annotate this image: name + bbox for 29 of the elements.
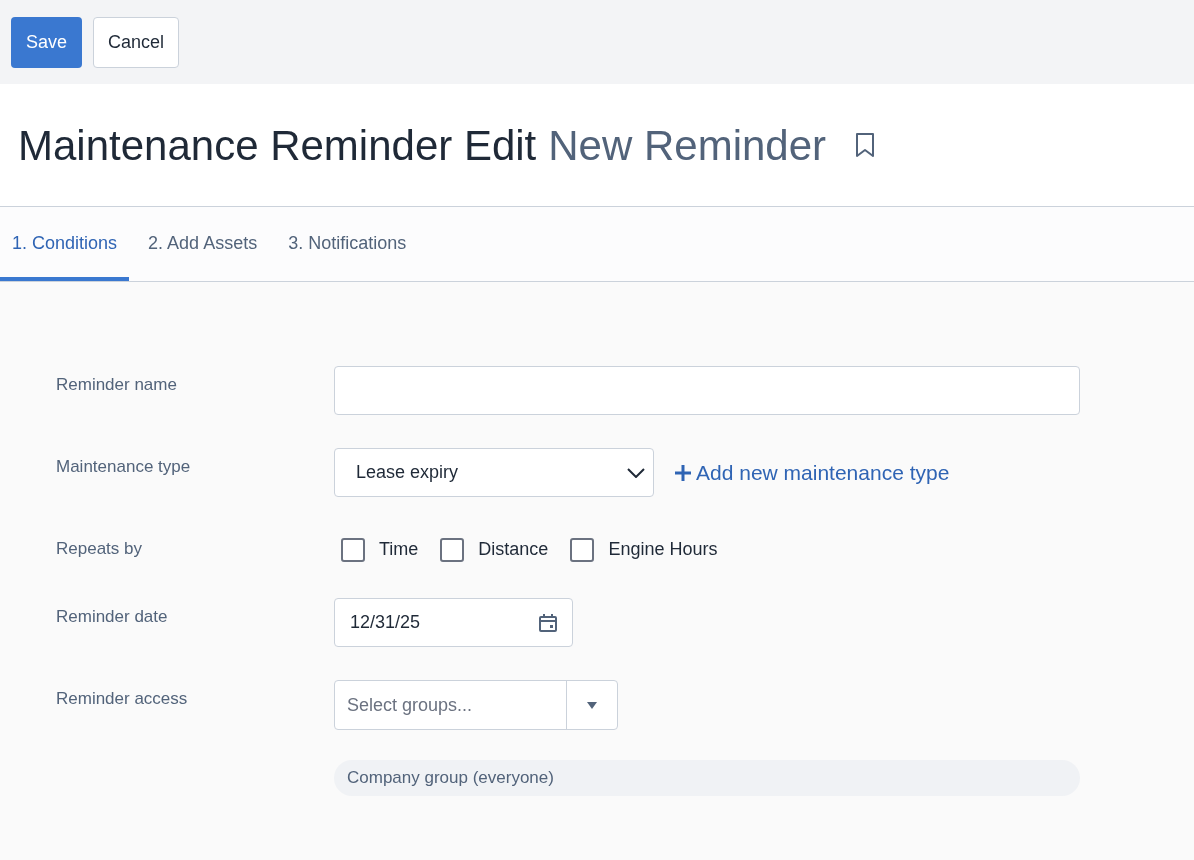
checkbox-label: Distance xyxy=(478,538,549,561)
cancel-button[interactable]: Cancel xyxy=(93,16,180,68)
checkbox-label: Engine Hours xyxy=(608,538,718,561)
plus-icon xyxy=(674,463,692,482)
page-subtitle: New Reminder xyxy=(548,120,827,171)
field-label: Repeats by xyxy=(55,538,143,560)
checkbox-label: Time xyxy=(379,538,419,561)
caret-icon[interactable] xyxy=(587,701,597,709)
field-label: Reminder date xyxy=(55,606,169,628)
tab[interactable]: 1. Conditions xyxy=(0,206,130,281)
save-button[interactable]: Save xyxy=(11,16,83,68)
name-input[interactable] xyxy=(334,366,1080,415)
field-label: Maintenance type xyxy=(55,456,192,478)
field-label: Reminder access xyxy=(55,688,189,710)
checkbox[interactable] xyxy=(440,537,465,562)
date-input[interactable]: 12/31/25 xyxy=(334,598,573,647)
calendar-icon[interactable] xyxy=(538,612,558,633)
groups-select[interactable]: Select groups... xyxy=(334,680,618,730)
chevron-down-icon xyxy=(627,467,645,478)
type-dropdown[interactable]: Lease expiry xyxy=(334,448,654,497)
page-title: Maintenance Reminder Edit xyxy=(18,120,537,171)
bookmark-icon[interactable] xyxy=(854,132,877,158)
checkbox[interactable] xyxy=(570,537,595,562)
tab[interactable]: 3. Notifications xyxy=(276,206,419,281)
group-chip: Company group (everyone) xyxy=(334,760,1080,796)
field-label: Reminder name xyxy=(55,374,178,396)
add-type-link[interactable]: Add new maintenance type xyxy=(674,456,950,489)
checkbox[interactable] xyxy=(341,537,365,562)
tab[interactable]: 2. Add Assets xyxy=(136,206,270,281)
